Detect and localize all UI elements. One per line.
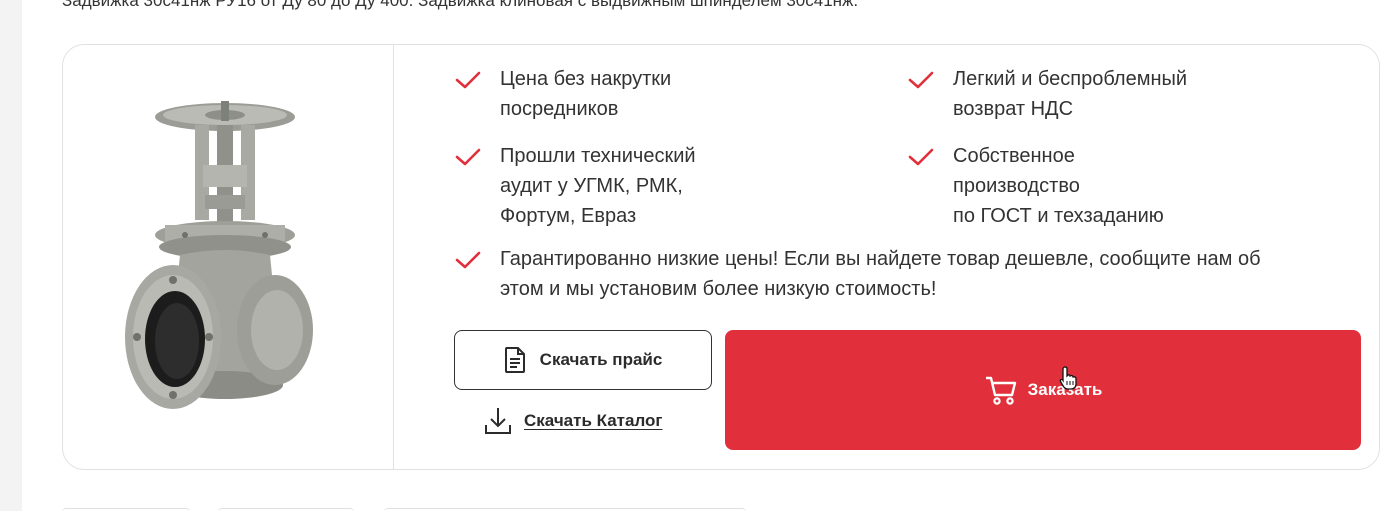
order-button[interactable]: Заказать [725, 330, 1361, 450]
feature-item: Прошли технический аудит у УГМК, РМК, Фо… [455, 141, 875, 231]
download-catalog-label: Скачать Каталог [524, 411, 663, 430]
feature-text: Прошли технический аудит у УГМК, РМК, Фо… [500, 145, 696, 227]
feature-text: Легкий и беспроблемный возврат НДС [953, 68, 1188, 120]
feature-item: Легкий и беспроблемный возврат НДС [908, 64, 1328, 124]
bottom-tabs-edge [0, 504, 1381, 511]
check-icon [455, 71, 481, 89]
feature-text: Гарантированно низкие цены! Если вы найд… [500, 248, 1261, 300]
feature-item: Собственное производство по ГОСТ и техза… [908, 141, 1328, 231]
download-price-button[interactable]: Скачать прайс [454, 330, 712, 390]
feature-item: Гарантированно низкие цены! Если вы найд… [455, 244, 1355, 304]
check-icon [455, 251, 481, 269]
check-icon [908, 71, 934, 89]
check-icon [455, 148, 481, 166]
product-card: Цена без накрутки посредников Легкий и б… [62, 44, 1380, 470]
feature-item: Цена без накрутки посредников [455, 64, 875, 124]
feature-text: Цена без накрутки посредников [500, 68, 672, 120]
check-icon [908, 148, 934, 166]
left-gutter [0, 0, 22, 511]
gate-valve-image [125, 101, 313, 409]
download-icon [485, 408, 511, 434]
product-intro-text: Задвижка 30с41нж РУ16 от Ду 80 до Ду 400… [62, 0, 859, 10]
feature-text: Собственное производство по ГОСТ и техза… [953, 145, 1164, 227]
cart-icon [985, 376, 1016, 405]
download-price-label: Скачать прайс [539, 350, 663, 369]
download-catalog-link[interactable]: Скачать Каталог [484, 405, 663, 437]
product-image-cell [63, 45, 394, 469]
hand-cursor-icon [1059, 366, 1077, 390]
document-icon [504, 347, 525, 373]
